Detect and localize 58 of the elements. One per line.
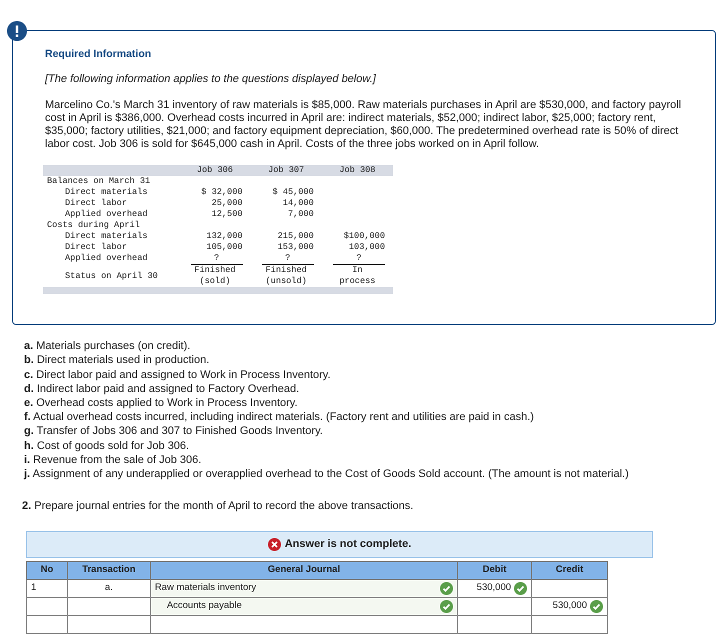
account-cell[interactable]: Raw materials inventory [150, 579, 458, 598]
transaction-text: a. Materials purchases (on credit). [24, 339, 192, 354]
column-header: General Journal [150, 561, 458, 580]
column-header: Debit [458, 561, 532, 580]
cost-value: 7,000 [288, 209, 314, 220]
amount-text: 530,000 [552, 599, 587, 614]
row-label: Applied overhead [65, 253, 148, 264]
cost-value: 14,000 [282, 198, 314, 210]
amount-text: 530,000 [476, 581, 512, 596]
row-label: Costs during April [47, 220, 140, 230]
column-header: Job 307 [268, 165, 304, 176]
info-note: [The following information applies to the questions displayed below.] [45, 72, 377, 87]
cost-value: 132,000 [206, 231, 243, 242]
question-text: 2. Prepare journal entries for the month of April to record the above transactions. [22, 499, 414, 514]
status-text: Finished (unsold) [266, 265, 307, 288]
transaction-text: e. Overhead costs applied to Work in Process Inventory. [24, 396, 299, 410]
account-name: Raw materials inventory [154, 581, 256, 596]
transaction-text: f. Actual overhead costs incurred, including indirect materials. (Factory rent and utilities are paid in cash.) [24, 410, 535, 424]
transaction-text: i. Revenue from the sale of Job 306. [24, 452, 202, 468]
column-header: No [26, 561, 68, 580]
cost-value: $ 32,000 [201, 187, 243, 198]
transaction-text: g. Transfer of Jobs 306 and 307 to Finished Goods Inventory. [24, 424, 324, 439]
row-label: Status on April 30 [65, 270, 158, 281]
cost-value: ? [262, 253, 314, 266]
transaction-text: b. Direct materials used in production. [24, 353, 210, 368]
column-header: Transaction [67, 561, 150, 580]
row-label: Balances on March 31 [47, 176, 150, 186]
cost-value: ? [190, 253, 243, 266]
row-label: Direct labor [65, 198, 127, 208]
answer-status: Answer is not complete. [284, 537, 412, 552]
cost-value: 105,000 [206, 242, 243, 254]
column-header: Job 308 [339, 165, 376, 176]
info-paragraph: Marcelino Co.'s March 31 inventory of raw materials is $85,000. Raw materials purchases in April are $530,000, and factory payroll cost in April is $386,000. Overhead costs incurred in April are: indirect materials, $52,000; indirect labor, $25,000; factory rent, $35,000; factory utilities, $21,000; and factory equipment depreciation, $60,000. The predetermined overhead rate is 50% of direct labor cost. Job 306 is sold for $645,000 cash in April. Costs of the three jobs worked on in April follow. [45, 99, 682, 152]
row-label: Direct labor [65, 242, 127, 252]
table-cell: a. [67, 579, 150, 598]
transaction-text: c. Direct labor paid and assigned to Work in Process Inventory. [24, 368, 332, 382]
info-title: Required Information [45, 47, 152, 62]
cost-value: 153,000 [278, 242, 314, 254]
table-cell: 1 [26, 579, 68, 598]
row-label: Applied overhead [65, 209, 148, 220]
cost-value: ? [333, 253, 385, 266]
cost-value: 215,000 [278, 231, 314, 242]
cost-value: 12,500 [212, 209, 243, 220]
cost-value: $100,000 [344, 231, 385, 242]
transaction-text: j. Assignment of any underapplied or overapplied overhead to the Cost of Goods Sold account. (The amount is not material.) [24, 467, 630, 482]
cost-value: $ 45,000 [272, 187, 314, 198]
status-text: In process [339, 265, 376, 288]
row-label: Direct materials [65, 187, 148, 198]
status-text: Finished (sold) [194, 265, 236, 288]
account-cell[interactable]: Accounts payable [150, 597, 458, 616]
transaction-text: d. Indirect labor paid and assigned to Factory Overhead. [24, 382, 300, 396]
cost-value: 25,000 [212, 198, 243, 210]
column-header: Job 306 [196, 165, 233, 176]
row-label: Direct materials [65, 231, 148, 242]
cost-value: 103,000 [348, 242, 385, 254]
column-header: Credit [532, 561, 608, 580]
transaction-text: h. Cost of goods sold for Job 306. [24, 438, 190, 453]
account-name: Accounts payable [166, 599, 242, 614]
